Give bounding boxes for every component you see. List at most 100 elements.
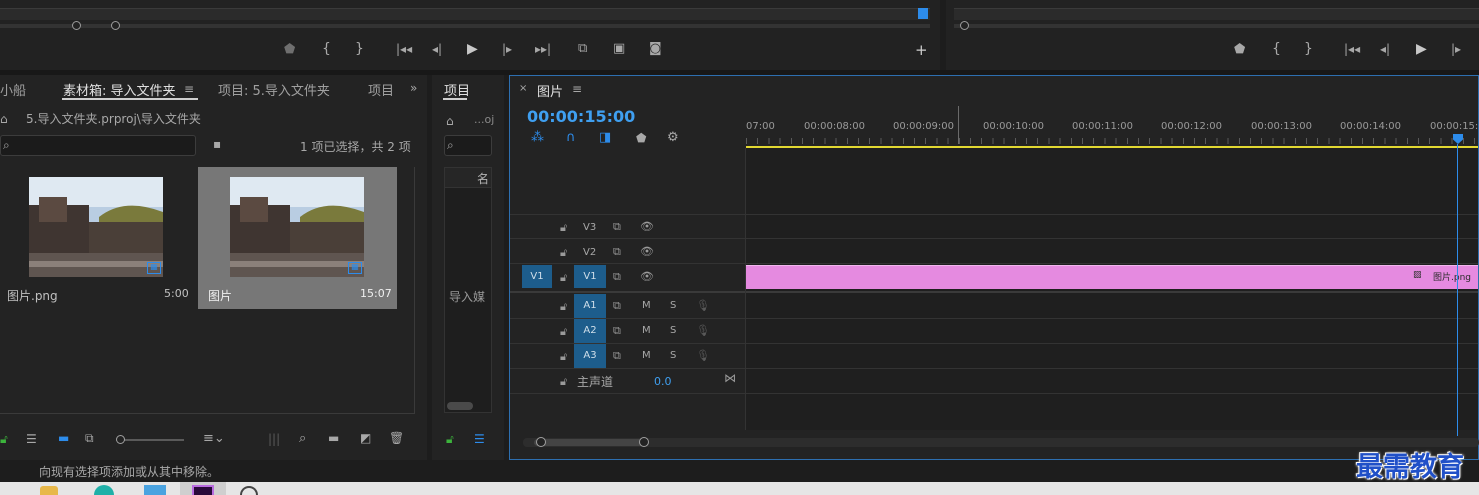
overwrite-icon[interactable]: ▣ [613, 42, 625, 55]
play-icon[interactable]: ▶ [1416, 42, 1427, 56]
timeline-clip[interactable]: ▨ 图片.png [746, 265, 1478, 289]
program-zoom-handle[interactable] [960, 21, 969, 30]
track-target-a1[interactable]: A1 [574, 294, 606, 318]
lock-icon[interactable]: 🔓︎ [560, 221, 567, 235]
settings-wrench-icon[interactable]: ⚙ [667, 131, 679, 144]
step-back-icon[interactable]: ◂| [432, 43, 442, 55]
automate-icon[interactable]: ||| [268, 433, 280, 445]
go-to-out-icon[interactable]: ▸▸| [535, 43, 551, 55]
tab-project-import-folder[interactable]: 项目: 5.导入文件夹 [218, 80, 330, 99]
add-marker-icon[interactable]: ⬟ [636, 132, 646, 144]
close-icon[interactable]: × [519, 84, 527, 94]
freeform-view-icon[interactable]: ⧉ [85, 432, 94, 444]
sort-icon[interactable]: ≡⌄ [203, 432, 225, 445]
mute-button[interactable]: M [642, 325, 651, 336]
timeline-scroll-thumb[interactable] [534, 439, 646, 446]
tab-boat[interactable]: 小船 [0, 80, 26, 99]
program-zoom-bar[interactable] [954, 24, 1479, 28]
insert-icon[interactable]: ⧉ [578, 42, 587, 55]
mark-out-icon[interactable]: } [1304, 42, 1313, 56]
add-icon[interactable]: + [915, 43, 928, 58]
sequence-tab-name[interactable]: 图片 [537, 81, 563, 100]
lock-icon[interactable]: 🔓︎ [560, 271, 567, 285]
solo-button[interactable]: S [670, 350, 676, 361]
bin-up-icon[interactable]: ⌂ [0, 113, 8, 125]
program-scrub-bar[interactable] [954, 8, 1479, 20]
column-header-name[interactable]: 名 [477, 170, 489, 187]
zoom-slider-handle[interactable] [116, 435, 125, 444]
panel-menu-icon[interactable]: ≡ [184, 83, 194, 95]
source-patch-v1[interactable]: V1 [522, 265, 552, 288]
source-zoom-bar[interactable] [0, 24, 930, 28]
lock-icon[interactable]: 🔓︎ [560, 325, 567, 339]
mark-in-icon[interactable]: { [322, 42, 331, 56]
taskbar-app-icon[interactable] [144, 485, 166, 495]
go-to-in-icon[interactable]: |◂◂ [396, 43, 412, 55]
eye-icon[interactable]: 👁︎ [640, 270, 654, 283]
timeline-scroll-handle-left[interactable] [536, 437, 546, 447]
mute-button[interactable]: M [642, 300, 651, 311]
lock-icon[interactable]: 🔓︎ [560, 246, 567, 260]
timeline-scrollbar[interactable] [523, 438, 1479, 447]
mark-out-icon[interactable]: } [355, 42, 364, 56]
play-icon[interactable]: ▶ [467, 42, 478, 56]
lock-icon[interactable]: 🔓︎ [560, 350, 567, 364]
timecode-display[interactable]: 00:00:15:00 [527, 107, 635, 126]
export-frame-icon[interactable]: ◙ [649, 42, 662, 55]
source-zoom-handle-left[interactable] [72, 21, 81, 30]
marker-icon[interactable]: ⬟ [1234, 43, 1245, 56]
new-item-icon[interactable]: ◩ [360, 432, 371, 444]
new-bin-icon[interactable]: ▬ [328, 432, 339, 444]
track-target-a3[interactable]: A3 [574, 344, 606, 368]
nest-icon[interactable]: ⁂ [531, 131, 544, 144]
go-to-in-icon[interactable]: |◂◂ [1344, 43, 1360, 55]
solo-button[interactable]: S [670, 300, 676, 311]
master-volume-value[interactable]: 0.0 [654, 375, 672, 388]
taskbar-app-icon[interactable] [40, 486, 58, 495]
snap-magnet-icon[interactable]: ∩ [566, 131, 576, 144]
sync-lock-icon[interactable]: ⧉ [613, 299, 621, 313]
sync-lock-icon[interactable]: ⧉ [613, 220, 621, 234]
source-playhead[interactable] [918, 8, 928, 19]
project-scrollbar[interactable] [447, 402, 473, 410]
panel-menu-icon[interactable]: ≡ [572, 83, 582, 95]
linked-selection-icon[interactable]: ◨ [599, 131, 611, 144]
trash-icon[interactable]: 🗑︎ [389, 432, 404, 444]
voiceover-mic-icon[interactable]: 🎙︎ [696, 349, 710, 362]
list-view-icon[interactable]: ☰ [26, 433, 37, 445]
mark-in-icon[interactable]: { [1272, 42, 1281, 56]
icon-view-icon[interactable]: ▬ [58, 432, 69, 444]
taskbar-app-icon[interactable] [240, 486, 258, 495]
step-forward-icon[interactable]: |▸ [1451, 43, 1461, 55]
list-view-icon[interactable]: ☰ [474, 433, 485, 445]
sync-lock-icon[interactable]: ⧉ [613, 324, 621, 338]
search-input[interactable]: ⌕ [0, 135, 196, 156]
step-forward-icon[interactable]: |▸ [502, 43, 512, 55]
mute-button[interactable]: M [642, 350, 651, 361]
track-target-v1[interactable]: V1 [574, 265, 606, 288]
project-search-input[interactable]: ⌕ [444, 135, 492, 156]
voiceover-mic-icon[interactable]: 🎙︎ [696, 324, 710, 337]
voiceover-mic-icon[interactable]: 🎙︎ [696, 299, 710, 312]
zoom-slider[interactable] [116, 439, 184, 441]
sync-lock-icon[interactable]: ⧉ [613, 245, 621, 259]
eye-icon[interactable]: 👁︎ [640, 220, 654, 233]
timeline-scroll-handle-right[interactable] [639, 437, 649, 447]
track-target-a2[interactable]: A2 [574, 319, 606, 343]
tab-bin-import-folder[interactable]: 素材箱: 导入文件夹 [63, 80, 176, 99]
overflow-chevron-icon[interactable]: » [410, 82, 417, 94]
eye-icon[interactable]: 👁︎ [640, 245, 654, 258]
tab-project[interactable]: 项目 [444, 80, 468, 99]
lock-icon[interactable]: 🔓︎ [446, 433, 454, 445]
marker-icon[interactable]: ⬟ [284, 43, 295, 56]
lock-icon[interactable]: 🔓︎ [560, 300, 567, 314]
find-icon[interactable]: ⌕ [299, 432, 306, 445]
new-search-bin-icon[interactable]: ▪ [213, 138, 221, 150]
sync-lock-icon[interactable]: ⧉ [613, 270, 621, 284]
taskbar-premiere-icon[interactable] [180, 482, 226, 495]
lock-icon[interactable]: 🔓︎ [0, 433, 8, 445]
taskbar-app-icon[interactable] [94, 485, 114, 495]
go-to-edge-icon[interactable]: ⋈ [724, 371, 736, 385]
bin-up-icon[interactable]: ⌂ [446, 115, 454, 127]
solo-button[interactable]: S [670, 325, 676, 336]
